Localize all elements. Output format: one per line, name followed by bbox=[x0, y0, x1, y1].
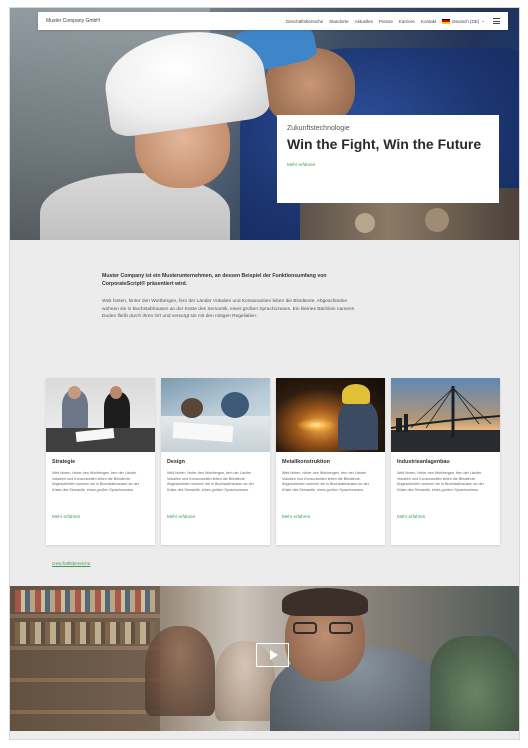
chevron-down-icon: ⌄ bbox=[481, 18, 485, 23]
hero-banner: Zukunftstechnologie Win the Fight, Win t… bbox=[10, 8, 519, 240]
brand-logo[interactable]: Muster Company GmbH bbox=[46, 18, 286, 24]
page: Zukunftstechnologie Win the Fight, Win t… bbox=[9, 7, 520, 740]
language-selector[interactable]: Deutsch (DE) ⌄ bbox=[442, 18, 485, 24]
card-design[interactable]: Design Weit hinten, hinter den Wortberge… bbox=[161, 378, 270, 545]
all-business-areas-link[interactable]: Geschäftsbereiche bbox=[52, 561, 90, 566]
nav-item-geschaeftsbereiche[interactable]: Geschäftsbereiche bbox=[286, 19, 324, 24]
business-areas: Strategie Weit hinten, hinter den Wortbe… bbox=[46, 378, 502, 545]
intro-body: Weit hinten, hinter den Wortbergen, fern… bbox=[102, 299, 354, 319]
card-strategie[interactable]: Strategie Weit hinten, hinter den Wortbe… bbox=[46, 378, 155, 545]
card-image-metallkonstruktion bbox=[276, 378, 385, 452]
card-title: Industrieanlagenbau bbox=[397, 459, 450, 465]
card-image-industrieanlagenbau bbox=[391, 378, 500, 452]
card-text: Weit hinten, hinter den Wortbergen, fern… bbox=[52, 471, 139, 492]
top-navigation: Muster Company GmbH Geschäftsbereiche St… bbox=[38, 12, 508, 30]
intro-section: Muster Company ist ein Musterunternehmen… bbox=[102, 273, 362, 321]
card-image-strategie bbox=[46, 378, 155, 452]
card-more-link[interactable]: Mehr erfahren bbox=[52, 514, 80, 519]
nav-item-presse[interactable]: Presse bbox=[379, 19, 393, 24]
video-section bbox=[10, 586, 519, 731]
intro-lead: Muster Company ist ein Musterunternehmen… bbox=[102, 273, 327, 287]
hero-headline: Win the Fight, Win the Future bbox=[287, 136, 482, 152]
play-button[interactable] bbox=[256, 643, 289, 667]
card-text: Weit hinten, hinter den Wortbergen, fern… bbox=[282, 471, 369, 492]
card-title: Strategie bbox=[52, 459, 76, 465]
hero-more-link[interactable]: Mehr erfahren bbox=[287, 162, 315, 167]
card-title: Design bbox=[167, 459, 185, 465]
hero-eyebrow: Zukunftstechnologie bbox=[287, 125, 350, 132]
germany-flag-icon bbox=[442, 18, 451, 24]
card-metallkonstruktion[interactable]: Metallkonstruktion Weit hinten, hinter d… bbox=[276, 378, 385, 545]
card-more-link[interactable]: Mehr erfahren bbox=[167, 514, 195, 519]
nav-item-karriere[interactable]: Karriere bbox=[399, 19, 415, 24]
card-industrieanlagenbau[interactable]: Industrieanlagenbau Weit hinten, hinter … bbox=[391, 378, 500, 545]
nav-item-standorte[interactable]: Standorte bbox=[329, 19, 349, 24]
language-label: Deutsch (DE) bbox=[452, 18, 480, 24]
play-icon bbox=[269, 650, 278, 660]
card-more-link[interactable]: Mehr erfahren bbox=[397, 514, 425, 519]
card-text: Weit hinten, hinter den Wortbergen, fern… bbox=[397, 471, 484, 492]
card-text: Weit hinten, hinter den Wortbergen, fern… bbox=[167, 471, 254, 492]
bridge-illustration bbox=[391, 386, 500, 452]
card-title: Metallkonstruktion bbox=[282, 459, 330, 465]
card-more-link[interactable]: Mehr erfahren bbox=[282, 514, 310, 519]
hero-text-card: Zukunftstechnologie Win the Fight, Win t… bbox=[277, 115, 499, 203]
card-image-design bbox=[161, 378, 270, 452]
hamburger-menu-icon[interactable] bbox=[493, 18, 500, 24]
nav-item-aktuelles[interactable]: Aktuelles bbox=[355, 19, 373, 24]
nav-item-kontakt[interactable]: Kontakt bbox=[421, 19, 436, 24]
nav-menu: Geschäftsbereiche Standorte Aktuelles Pr… bbox=[286, 19, 437, 24]
